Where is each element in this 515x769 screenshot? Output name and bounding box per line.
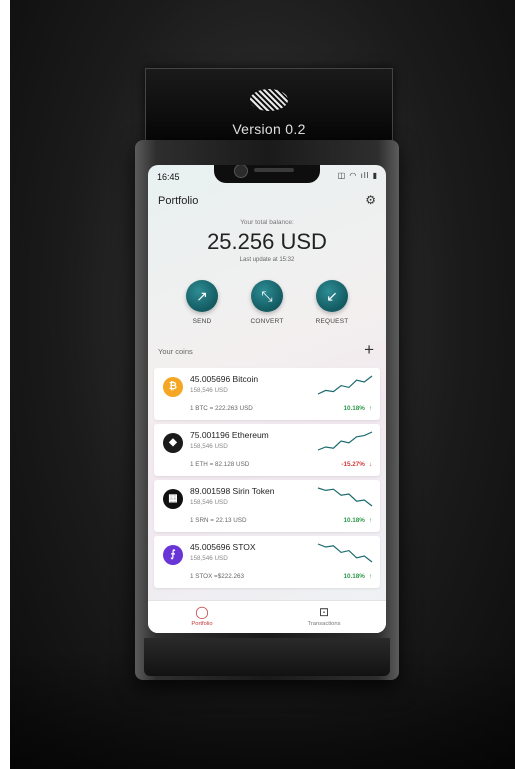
sparkline-path bbox=[317, 487, 373, 507]
coin-usd-value: 158,546 USD bbox=[190, 499, 228, 506]
coin-rate: 1 BTC = 222.263 USD bbox=[190, 405, 253, 412]
coin-name: 45.005696 STOX bbox=[190, 542, 256, 552]
send-label: SEND bbox=[192, 318, 212, 325]
change-percent: -15.27% bbox=[341, 461, 365, 468]
change-percent: 10.18% bbox=[343, 573, 365, 580]
balance-label: Your total balance: bbox=[240, 219, 294, 226]
app-screen: 16:45 ◫ ◠ ıll ▮ Portfolio ⚙ Your total b… bbox=[148, 165, 386, 633]
sirin-logo-icon bbox=[250, 89, 288, 111]
version-label: Version 0.2 bbox=[232, 121, 306, 137]
notch bbox=[214, 165, 320, 183]
coin-change: -15.27% ↓ bbox=[341, 461, 372, 468]
change-percent: 10.18% bbox=[343, 517, 365, 524]
device-top-panel: Version 0.2 bbox=[145, 68, 393, 147]
gear-icon[interactable]: ⚙ bbox=[365, 193, 376, 207]
coin-rate: 1 ETH = 82.128 USD bbox=[190, 461, 250, 468]
convert-button[interactable]: ⤡ CONVERT bbox=[237, 280, 297, 325]
page-title: Portfolio bbox=[158, 195, 199, 207]
stox-icon: ⨍ bbox=[163, 545, 183, 565]
portfolio-icon: ◯ bbox=[195, 605, 209, 619]
tab-transactions[interactable]: ⊡ Transactions bbox=[284, 605, 364, 627]
request-button[interactable]: ↙ REQUEST bbox=[302, 280, 362, 325]
tab-portfolio[interactable]: ◯ Portfolio bbox=[162, 605, 242, 627]
coin-change: 10.18% ↑ bbox=[343, 573, 372, 580]
bottom-tab-bar: ◯ Portfolio ⊡ Transactions bbox=[148, 600, 386, 633]
plus-icon[interactable]: + bbox=[364, 340, 374, 360]
bitcoin-icon: ₿ bbox=[163, 377, 183, 397]
coins-section-title: Your coins bbox=[158, 347, 193, 356]
coin-card[interactable]: ▦ 89.001598 Sirin Token 158,546 USD 1 SRN =… bbox=[154, 480, 380, 532]
sparkline-path bbox=[317, 431, 373, 451]
status-time: 16:45 bbox=[157, 172, 180, 182]
status-icons: ◫ ◠ ıll ▮ bbox=[337, 171, 378, 180]
coin-name: 75.001196 Ethereum bbox=[190, 430, 269, 440]
sparkline-path bbox=[317, 375, 373, 395]
coin-name: 89.001598 Sirin Token bbox=[190, 486, 275, 496]
tab-portfolio-label: Portfolio bbox=[191, 621, 213, 627]
coin-card[interactable]: ₿ 45.005696 Bitcoin 158,546 USD 1 BTC = 222… bbox=[154, 368, 380, 420]
coin-rate: 1 SRN = 22.13 USD bbox=[190, 517, 247, 524]
sparkline-chart bbox=[317, 375, 373, 395]
speaker-grille bbox=[254, 168, 294, 172]
coin-change: 10.18% ↑ bbox=[343, 517, 372, 524]
coin-usd-value: 158,546 USD bbox=[190, 555, 228, 562]
arrow-up-icon: ↑ bbox=[368, 573, 372, 580]
send-button[interactable]: ↗ SEND bbox=[172, 280, 232, 325]
sirin-token-icon: ▦ bbox=[163, 489, 183, 509]
change-percent: 10.18% bbox=[343, 405, 365, 412]
coin-card[interactable]: ⨍ 45.005696 STOX 158,546 USD 1 STOX =$222.2… bbox=[154, 536, 380, 588]
phone-chin bbox=[144, 638, 390, 676]
coin-card[interactable]: ◆ 75.001196 Ethereum 158,546 USD 1 ETH = 82… bbox=[154, 424, 380, 476]
phone-body: 16:45 ◫ ◠ ıll ▮ Portfolio ⚙ Your total b… bbox=[135, 140, 399, 680]
ethereum-icon: ◆ bbox=[163, 433, 183, 453]
sparkline-chart bbox=[317, 431, 373, 451]
sparkline-chart bbox=[317, 487, 373, 507]
wallet-icon: ⊡ bbox=[318, 605, 330, 619]
camera-icon bbox=[234, 165, 248, 178]
sparkline-chart bbox=[317, 543, 373, 563]
arrow-up-right-icon: ↗ bbox=[186, 280, 218, 312]
coin-list: ₿ 45.005696 Bitcoin 158,546 USD 1 BTC = 222… bbox=[154, 368, 380, 592]
coin-name: 45.005696 Bitcoin bbox=[190, 374, 259, 384]
coin-usd-value: 158,546 USD bbox=[190, 443, 228, 450]
convert-icon: ⤡ bbox=[251, 280, 283, 312]
tab-transactions-label: Transactions bbox=[307, 621, 341, 627]
device-photo: Version 0.2 16:45 ◫ ◠ ıll ▮ Portfolio ⚙ … bbox=[10, 0, 515, 769]
arrow-up-icon: ↑ bbox=[368, 517, 372, 524]
arrow-down-left-icon: ↙ bbox=[316, 280, 348, 312]
sparkline-path bbox=[317, 543, 373, 563]
coin-usd-value: 158,546 USD bbox=[190, 387, 228, 394]
coin-rate: 1 STOX =$222.263 bbox=[190, 573, 244, 580]
coin-change: 10.18% ↑ bbox=[343, 405, 372, 412]
convert-label: CONVERT bbox=[250, 318, 284, 325]
balance-update: Last update at 15:32 bbox=[239, 257, 295, 263]
arrow-up-icon: ↑ bbox=[368, 405, 372, 412]
balance-value: 25.256 USD bbox=[207, 229, 327, 254]
arrow-down-icon: ↓ bbox=[368, 461, 372, 468]
request-label: REQUEST bbox=[315, 318, 349, 325]
